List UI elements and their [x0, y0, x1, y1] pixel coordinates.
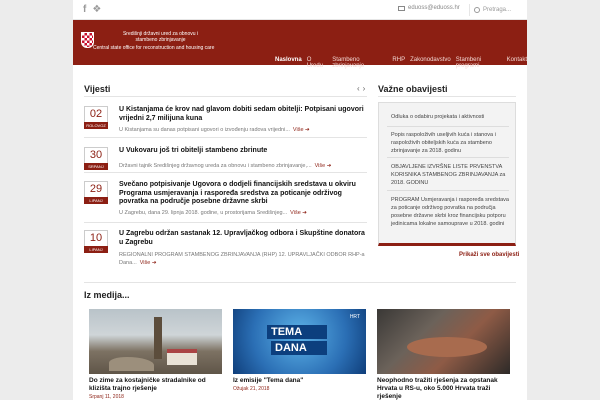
news-excerpt: Državni tajnik Središnjeg državnog ureda… — [119, 162, 369, 170]
media-heading: Iz medija... — [84, 290, 130, 300]
media-caption[interactable]: Neophodno tražiti rješenja za opstanak H… — [377, 377, 510, 400]
nav-item-stambeno-zbrinjavanje[interactable]: Stambeno zbrinjavanje — [332, 57, 387, 69]
tema-dana-logo: TEMA DANA — [267, 325, 331, 359]
news-excerpt-text: U Kistanjama su danas potpisani ugovori … — [119, 127, 290, 133]
notice-link[interactable]: PROGRAM Usmjeravanja i raspoređa sredsta… — [391, 196, 509, 228]
nav-item-rhp[interactable]: RHP — [392, 57, 405, 69]
nav-item-zakonodavstvo[interactable]: Zakonodavstvo — [410, 57, 451, 69]
main-nav: Naslovna O Uredu Stambeno zbrinjavanje R… — [275, 57, 527, 69]
news-excerpt-text: Državni tajnik Središnjeg državnog ureda… — [119, 163, 312, 169]
media-thumbnail[interactable] — [89, 309, 222, 374]
date-month: LIPANJ — [84, 246, 108, 253]
news-carousel-arrows: ‹ › — [357, 84, 365, 93]
nav-item-o-uredu[interactable]: O Uredu — [307, 57, 328, 69]
news-excerpt: U Zagrebu, dana 29. lipnja 2018. godine,… — [119, 209, 369, 217]
news-divider — [84, 137, 367, 138]
thumb-tree — [154, 317, 162, 359]
date-month: LIPANJ — [84, 197, 108, 204]
thumb-house — [167, 349, 197, 365]
email-link[interactable]: eduoss@eduoss.hr — [398, 5, 460, 11]
notice-link[interactable]: Popis raspoloživih useljivih kuća i stan… — [391, 131, 509, 155]
org-name-english: Central state office for reconstruction … — [93, 45, 215, 51]
news-title[interactable]: U Zagrebu održan sastanak 12. Upravljačk… — [119, 230, 369, 247]
date-badge: 10 LIPANJ — [84, 230, 108, 253]
notice-link[interactable]: Odluka o odabiru projekata i aktivnosti — [391, 113, 509, 121]
notice-link[interactable]: OBJAVLJENE IZVRŠNE LISTE PRVENSTVA KORIS… — [391, 163, 509, 187]
nav-item-naslovna[interactable]: Naslovna — [275, 57, 302, 69]
date-badge: 30 SRPANJ — [84, 147, 108, 170]
date-month: SRPANJ — [84, 163, 108, 170]
read-more-link[interactable]: Više ➔ — [315, 163, 332, 169]
notice-divider — [387, 190, 509, 191]
notices-divider — [378, 96, 516, 97]
page: f ❖ eduoss@eduoss.hr Pretraga... Središn… — [73, 0, 527, 400]
date-month: ROLOVOZ — [84, 122, 108, 129]
top-bar: f ❖ eduoss@eduoss.hr Pretraga... — [73, 0, 527, 20]
email-text: eduoss@eduoss.hr — [408, 5, 460, 11]
media-caption[interactable]: Do zime za kostajničke stradalnike od kl… — [89, 377, 222, 393]
read-more-link[interactable]: Više ➔ — [293, 127, 310, 133]
nav-item-stambeni-programi[interactable]: Stambeni programi — [456, 57, 502, 69]
chevron-right-icon[interactable]: › — [363, 84, 366, 93]
media-thumbnail[interactable] — [377, 309, 510, 374]
read-more-label: Više — [139, 260, 151, 266]
news-divider — [84, 222, 367, 223]
envelope-icon — [398, 5, 405, 11]
read-more-label: Više — [292, 127, 304, 133]
chevron-left-icon[interactable]: ‹ — [357, 84, 360, 93]
search-input[interactable]: Pretraga... — [483, 7, 511, 13]
news-excerpt: U Kistanjama su danas potpisani ugovori … — [119, 126, 369, 134]
news-title[interactable]: U Vukovaru još tri obitelji stambeno zbr… — [119, 147, 369, 156]
news-divider — [84, 172, 367, 173]
date-day: 10 — [89, 232, 103, 244]
news-excerpt: REGIONALNI PROGRAM STAMBENOG ZBRINJAVANJ… — [119, 251, 369, 267]
twitter-icon[interactable]: ❖ — [92, 4, 101, 15]
thumb-rubble — [109, 357, 154, 371]
hrt-logo: HRT — [349, 314, 360, 320]
notice-divider — [387, 157, 509, 158]
date-badge: 02 ROLOVOZ — [84, 106, 108, 129]
date-day: 02 — [89, 108, 103, 120]
read-more-link[interactable]: Više ➔ — [140, 260, 157, 266]
thumb-meeting-table — [407, 337, 487, 357]
notices-box: Odluka o odabiru projekata i aktivnosti … — [378, 102, 516, 246]
search-box[interactable]: Pretraga... — [469, 4, 525, 16]
news-divider — [84, 96, 367, 97]
media-caption[interactable]: Iz emisije "Tema dana" — [233, 377, 366, 385]
read-more-label: Više — [290, 210, 301, 216]
read-more-label: Više — [314, 163, 326, 169]
news-excerpt-text: U Zagrebu, dana 29. lipnja 2018. godine,… — [119, 210, 288, 216]
news-heading: Vijesti — [84, 84, 111, 94]
date-day: 29 — [89, 183, 103, 195]
media-date: Srpanj 11, 2018 — [89, 394, 124, 400]
media-date: Ožujak 21, 2018 — [233, 386, 270, 392]
date-day: 30 — [89, 149, 103, 161]
nav-item-kontakt[interactable]: Kontakt — [507, 57, 527, 69]
facebook-icon[interactable]: f — [83, 4, 86, 15]
date-badge: 29 LIPANJ — [84, 181, 108, 204]
all-notices-link[interactable]: Prikaži sve obavijesti — [459, 252, 519, 258]
notice-divider — [387, 126, 509, 127]
notices-heading: Važne obavijesti — [378, 84, 448, 94]
section-divider — [84, 282, 516, 283]
site-header: Središnji državni ured za obnovu i stamb… — [73, 20, 527, 69]
dana-text: DANA — [271, 341, 327, 355]
social-links: f ❖ — [83, 4, 101, 15]
read-more-link[interactable]: Više ➔ — [290, 210, 307, 216]
news-title[interactable]: U Kistanjama će krov nad glavom dobiti s… — [119, 106, 369, 123]
news-title[interactable]: Svečano potpisivanje Ugovora o dodjeli f… — [119, 181, 369, 207]
tema-text: TEMA — [267, 325, 327, 339]
media-thumbnail[interactable]: HRT TEMA DANA — [233, 309, 366, 374]
search-icon — [474, 7, 480, 13]
org-name: Središnji državni ured za obnovu i stamb… — [122, 31, 199, 43]
